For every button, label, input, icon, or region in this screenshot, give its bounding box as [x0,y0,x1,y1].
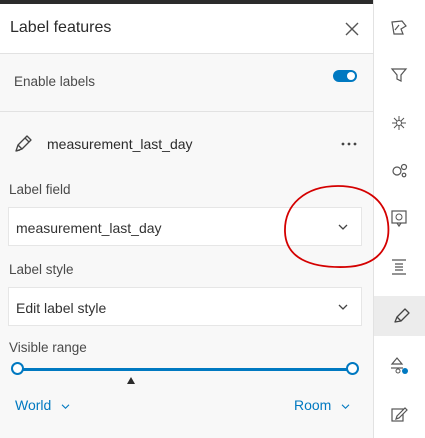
edit-icon [391,407,408,422]
label-field-heading: Label field [9,182,71,197]
rail-button-map-shape[interactable] [374,8,424,48]
visible-range-heading: Visible range [9,340,87,355]
label-field-select[interactable]: measurement_last_day [8,207,362,246]
more-options-icon[interactable] [340,141,358,147]
current-scale-marker [127,377,135,384]
pencil-icon [15,135,32,152]
close-icon[interactable] [343,20,361,38]
rail-button-clustering[interactable] [374,150,424,190]
chevron-down-icon [341,404,350,409]
label-style-value: Edit label style [16,300,107,316]
chevron-down-icon [61,404,70,409]
map-shape-icon [391,20,407,35]
range-min-handle[interactable] [11,362,24,375]
panel-header: Label features [0,4,373,54]
rail-button-edit[interactable] [374,394,424,434]
label-field-value: measurement_last_day [16,220,162,236]
label-pencil-icon [394,308,410,323]
label-class-name: measurement_last_day [47,136,193,152]
tool-rail [373,0,425,438]
enable-labels-toggle[interactable] [333,70,357,82]
rail-button-labels[interactable] [374,296,425,336]
range-max-select[interactable]: Room [294,397,350,413]
styles-icon [390,357,408,374]
filter-icon [390,68,408,82]
fields-list-icon [392,259,406,275]
chevron-down-icon [338,224,348,230]
rail-button-fields[interactable] [374,247,424,287]
chevron-down-icon [338,304,348,310]
range-min-label: World [15,397,52,413]
rail-button-popups[interactable] [374,198,424,238]
label-class-header: measurement_last_day [0,112,373,172]
visible-range-track[interactable] [16,368,354,371]
rail-button-effects[interactable] [374,103,424,143]
toggle-knob [347,72,355,80]
enable-labels-label: Enable labels [14,74,96,89]
enable-labels-row: Enable labels [0,54,373,112]
label-style-select[interactable]: Edit label style [8,287,362,326]
panel-title: Label features [10,19,112,36]
label-features-panel: Label features Enable labels measurement… [0,4,373,438]
popup-icon [391,210,407,228]
effects-sparkle-icon [392,116,406,130]
rail-button-filter[interactable] [374,55,424,95]
range-max-label: Room [294,397,332,413]
range-min-select[interactable]: World [15,397,70,413]
cluster-icon [392,163,408,178]
rail-button-styles[interactable] [374,345,424,385]
label-style-heading: Label style [9,262,74,277]
range-max-handle[interactable] [346,362,359,375]
